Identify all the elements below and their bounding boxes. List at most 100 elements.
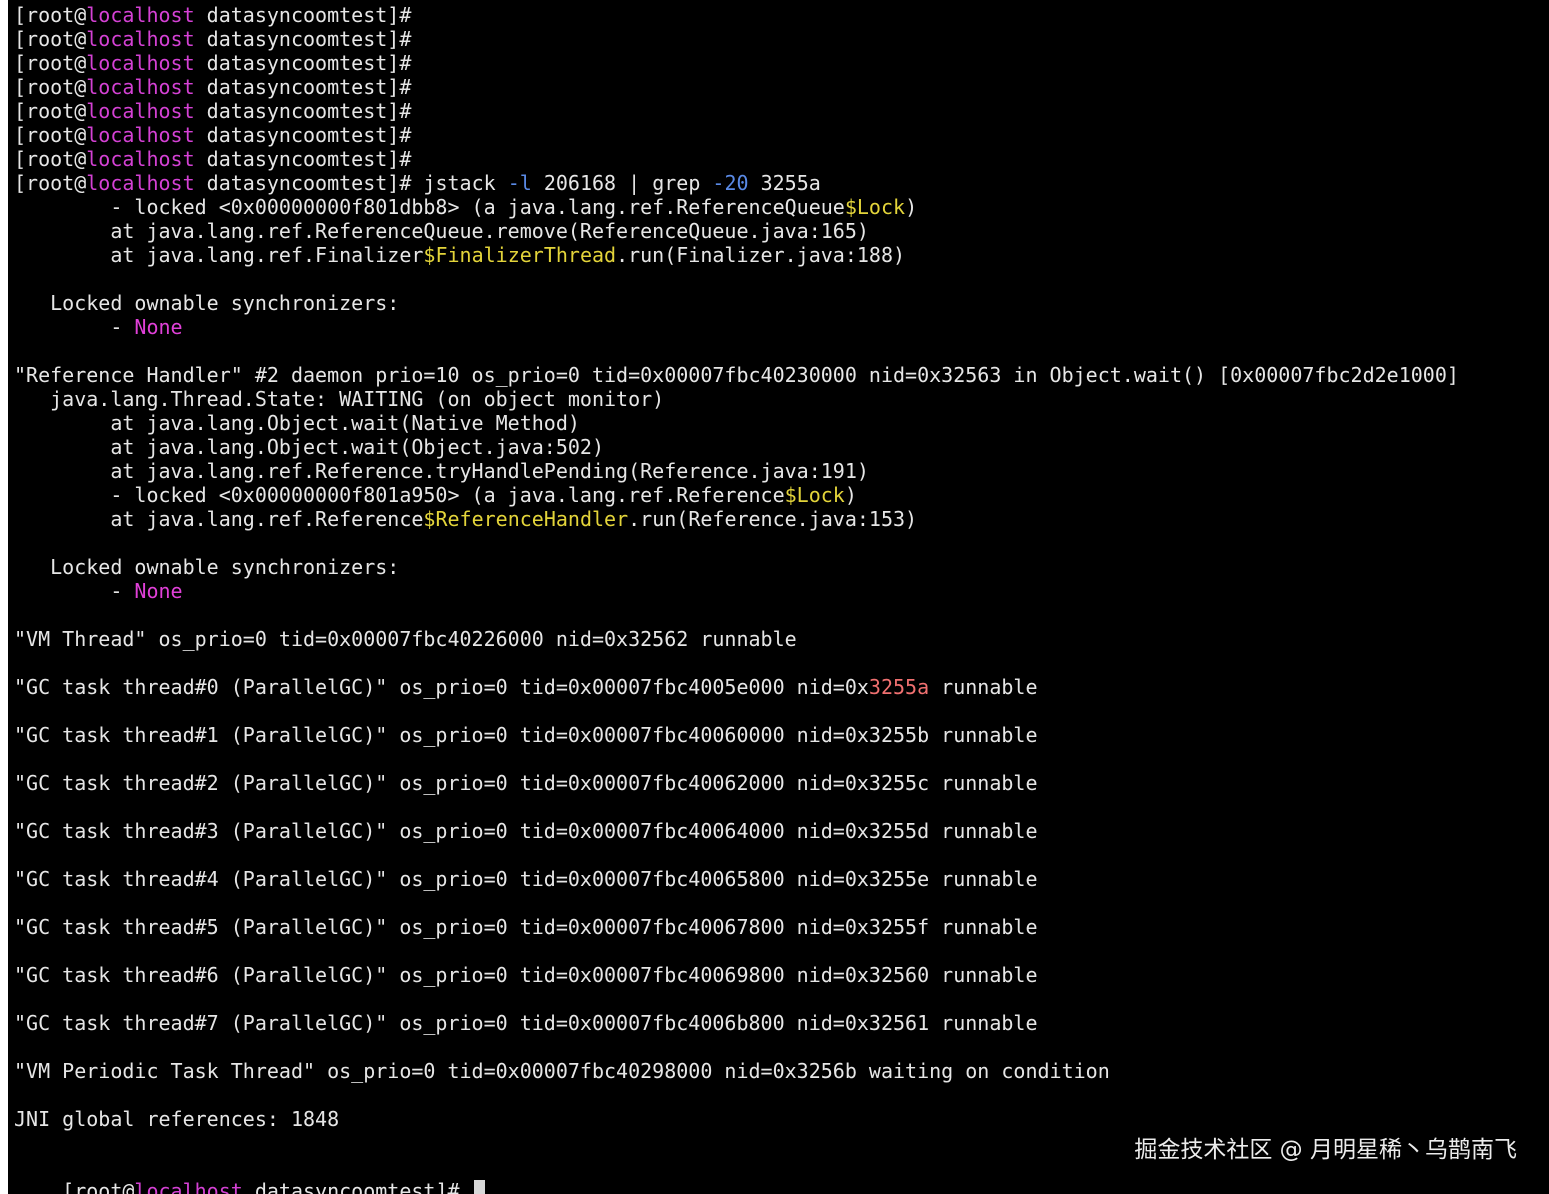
terminal-line: Locked ownable synchronizers: xyxy=(14,555,1549,579)
terminal-line: "GC task thread#4 (ParallelGC)" os_prio=… xyxy=(14,867,1549,891)
terminal-line: JNI global references: 1848 xyxy=(14,1107,1549,1131)
terminal-line: [root@localhost datasyncoomtest]# xyxy=(14,51,1549,75)
terminal-line: at java.lang.ref.Reference.tryHandlePend… xyxy=(14,459,1549,483)
terminal-line: "GC task thread#5 (ParallelGC)" os_prio=… xyxy=(14,915,1549,939)
terminal-text-segment: JNI global references: 1848 xyxy=(14,1107,340,1131)
terminal-text-segment: datasyncoomtest]# xyxy=(194,51,412,75)
terminal-text-segment: [root@ xyxy=(14,99,87,123)
terminal-text-segment: "GC task thread#7 (ParallelGC)" os_prio=… xyxy=(14,1011,1038,1035)
terminal-text-segment: datasyncoomtest]# xyxy=(194,27,412,51)
terminal-text-segment: "VM Thread" os_prio=0 tid=0x00007fbc4022… xyxy=(14,627,797,651)
terminal-prompt-line[interactable]: [root@localhost datasyncoomtest]# xyxy=(14,1155,485,1194)
terminal-text-segment: .run(Finalizer.java:188) xyxy=(616,243,906,267)
terminal-text-segment: localhost xyxy=(86,75,195,99)
terminal-text-segment: datasyncoomtest]# xyxy=(194,3,412,27)
prompt-user: [root@ xyxy=(62,1179,135,1194)
terminal-text-segment: None xyxy=(134,579,183,603)
terminal-line: - locked <0x00000000f801dbb8> (a java.la… xyxy=(14,195,1549,219)
terminal-line: java.lang.Thread.State: WAITING (on obje… xyxy=(14,387,1549,411)
terminal-text-segment: "GC task thread#4 (ParallelGC)" os_prio=… xyxy=(14,867,1038,891)
terminal-line: [root@localhost datasyncoomtest]# xyxy=(14,99,1549,123)
terminal-line: - None xyxy=(14,579,1549,603)
terminal-line: "Reference Handler" #2 daemon prio=10 os… xyxy=(14,363,1549,387)
terminal-line: - locked <0x00000000f801a950> (a java.la… xyxy=(14,483,1549,507)
watermark: 掘金技术社区 @ 月明星稀丶乌鹊南飞 xyxy=(1134,1137,1517,1163)
terminal-text-segment: "GC task thread#0 (ParallelGC)" os_prio=… xyxy=(14,675,869,699)
terminal-text-segment: "GC task thread#3 (ParallelGC)" os_prio=… xyxy=(14,819,1038,843)
terminal-text-segment: [root@ xyxy=(14,123,87,147)
prompt-path: datasyncoomtest]# xyxy=(242,1179,472,1194)
terminal-text-segment: java.lang.Thread.State: WAITING (on obje… xyxy=(14,387,665,411)
terminal-text-segment: localhost xyxy=(86,3,195,27)
terminal-text-segment: localhost xyxy=(86,147,195,171)
terminal-line: "GC task thread#2 (ParallelGC)" os_prio=… xyxy=(14,771,1549,795)
terminal-text-segment: [root@ xyxy=(14,171,87,195)
terminal-text-segment: - locked <0x00000000f801dbb8> (a java.la… xyxy=(14,195,845,219)
terminal-line: "GC task thread#6 (ParallelGC)" os_prio=… xyxy=(14,963,1549,987)
terminal-text-segment: Locked ownable synchronizers: xyxy=(14,291,400,315)
terminal-text-segment: - locked <0x00000000f801a950> (a java.la… xyxy=(14,483,785,507)
prompt-host: localhost xyxy=(134,1179,243,1194)
terminal-text-segment: "GC task thread#2 (ParallelGC)" os_prio=… xyxy=(14,771,1038,795)
terminal-text-segment: at java.lang.ref.Finalizer xyxy=(14,243,424,267)
terminal-text-segment: 3255a xyxy=(748,171,821,195)
terminal-text-segment: [root@ xyxy=(14,3,87,27)
terminal-line: [root@localhost datasyncoomtest]# xyxy=(14,27,1549,51)
terminal-text-segment: localhost xyxy=(86,171,195,195)
terminal-text-segment: datasyncoomtest]# xyxy=(194,123,412,147)
terminal-output: [root@localhost datasyncoomtest]# [root@l… xyxy=(14,3,1549,1131)
terminal-text-segment: [root@ xyxy=(14,75,87,99)
terminal-line: "GC task thread#3 (ParallelGC)" os_prio=… xyxy=(14,819,1549,843)
terminal-text-segment: at java.lang.Object.wait(Object.java:502… xyxy=(14,435,605,459)
terminal-text-segment: Locked ownable synchronizers: xyxy=(14,555,400,579)
terminal-text-segment: "GC task thread#5 (ParallelGC)" os_prio=… xyxy=(14,915,1038,939)
terminal-text-segment: .run(Reference.java:153) xyxy=(628,507,918,531)
terminal-text-segment: runnable xyxy=(929,675,1038,699)
terminal-line: at java.lang.ref.Finalizer$FinalizerThre… xyxy=(14,243,1549,267)
terminal-window[interactable]: [root@localhost datasyncoomtest]# [root@l… xyxy=(8,0,1549,1194)
terminal-text-segment: 206168 | grep xyxy=(531,171,713,195)
terminal-text-segment: - xyxy=(14,579,135,603)
terminal-text-segment: localhost xyxy=(86,51,195,75)
terminal-text-segment: [root@ xyxy=(14,147,87,171)
terminal-text-segment: "VM Periodic Task Thread" os_prio=0 tid=… xyxy=(14,1059,1110,1083)
terminal-line: "GC task thread#1 (ParallelGC)" os_prio=… xyxy=(14,723,1549,747)
terminal-line: "GC task thread#0 (ParallelGC)" os_prio=… xyxy=(14,675,1549,699)
terminal-text-segment: None xyxy=(134,315,183,339)
terminal-text-segment: localhost xyxy=(86,123,195,147)
terminal-text-segment: $Lock xyxy=(844,195,906,219)
terminal-text-segment: ) xyxy=(844,483,857,507)
terminal-text-segment: at java.lang.ref.ReferenceQueue.remove(R… xyxy=(14,219,869,243)
terminal-text-segment: localhost xyxy=(86,99,195,123)
terminal-text-segment: ) xyxy=(905,195,918,219)
terminal-text-segment: datasyncoomtest]# xyxy=(194,147,412,171)
terminal-text-segment: "GC task thread#1 (ParallelGC)" os_prio=… xyxy=(14,723,1038,747)
terminal-line: - None xyxy=(14,315,1549,339)
terminal-line: [root@localhost datasyncoomtest]# jstack… xyxy=(14,171,1549,195)
terminal-text-segment: datasyncoomtest]# jstack xyxy=(194,171,508,195)
terminal-line: Locked ownable synchronizers: xyxy=(14,291,1549,315)
terminal-line: at java.lang.ref.ReferenceQueue.remove(R… xyxy=(14,219,1549,243)
terminal-text-segment: localhost xyxy=(86,27,195,51)
terminal-line: [root@localhost datasyncoomtest]# xyxy=(14,75,1549,99)
terminal-text-segment: $FinalizerThread xyxy=(423,243,617,267)
terminal-text-segment: at java.lang.ref.Reference xyxy=(14,507,424,531)
terminal-text-segment: "Reference Handler" #2 daemon prio=10 os… xyxy=(14,363,1459,387)
terminal-text-segment: at java.lang.Object.wait(Native Method) xyxy=(14,411,580,435)
terminal-text-segment: 3255a xyxy=(868,675,930,699)
terminal-text-segment: $ReferenceHandler xyxy=(423,507,629,531)
terminal-line: "VM Thread" os_prio=0 tid=0x00007fbc4022… xyxy=(14,627,1549,651)
terminal-text-segment: datasyncoomtest]# xyxy=(194,75,412,99)
